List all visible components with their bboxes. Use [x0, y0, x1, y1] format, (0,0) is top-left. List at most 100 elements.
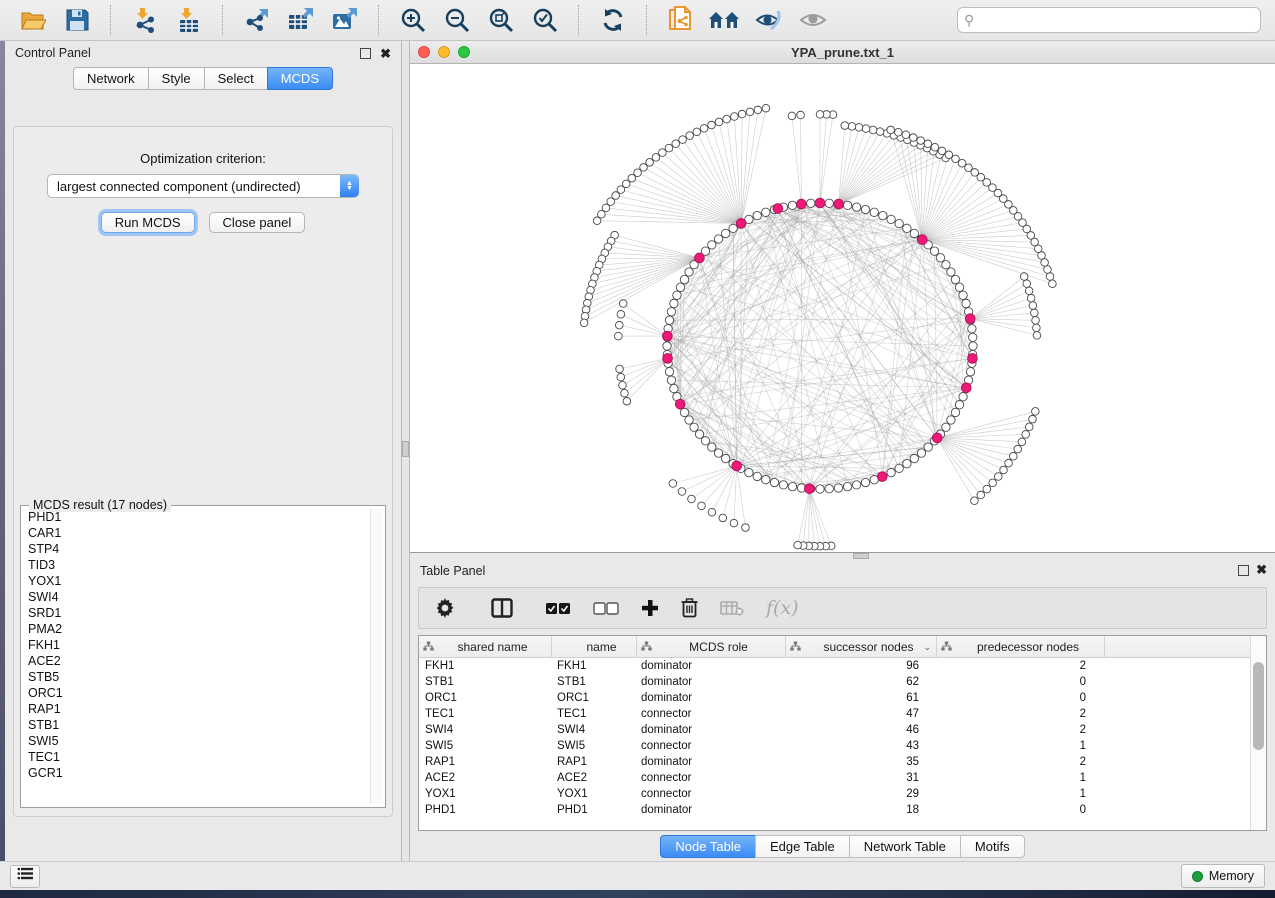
- scrollbar-thumb[interactable]: [1253, 662, 1264, 750]
- mcds-result-item[interactable]: PHD1: [24, 509, 371, 525]
- mcds-result-item[interactable]: TEC1: [24, 749, 371, 765]
- mcds-result-item[interactable]: YOX1: [24, 573, 371, 589]
- table-row[interactable]: ORC1 ORC1 dominator 61 0: [419, 690, 1250, 706]
- table-row[interactable]: SWI5 SWI5 connector 43 1: [419, 738, 1250, 754]
- export-table-button[interactable]: [286, 5, 316, 35]
- table-scrollbar[interactable]: [1250, 636, 1266, 830]
- table-column-header[interactable]: successor nodes ⌄: [786, 636, 937, 657]
- close-panel-button[interactable]: Close panel: [209, 212, 306, 233]
- mcds-result-item[interactable]: TID3: [24, 557, 371, 573]
- mcds-result-item[interactable]: CAR1: [24, 525, 371, 541]
- criterion-select[interactable]: largest connected component (undirected)…: [47, 174, 359, 198]
- mcds-result-item[interactable]: SRD1: [24, 605, 371, 621]
- mcds-result-item[interactable]: ORC1: [24, 685, 371, 701]
- delete-column-icon[interactable]: [681, 598, 698, 618]
- console-list-icon: [17, 867, 33, 885]
- first-neighbors-button[interactable]: [710, 5, 740, 35]
- table-row[interactable]: RAP1 RAP1 dominator 35 2: [419, 754, 1250, 770]
- table-panel: Table Panel ✖: [410, 559, 1275, 861]
- window-close-icon[interactable]: [418, 46, 430, 58]
- table-column-header[interactable]: shared name ⌄: [419, 636, 552, 657]
- sort-menu-icon[interactable]: ⌄: [923, 642, 931, 653]
- table-body: FKH1 FKH1 dominator 96 2 STB1 STB1 domin…: [419, 658, 1250, 830]
- mcds-result-box: MCDS result (17 nodes) PHD1CAR1STP4TID3Y…: [20, 505, 386, 808]
- show-all-button[interactable]: [798, 5, 828, 35]
- close-panel-icon[interactable]: ✖: [380, 47, 391, 60]
- clone-network-icon: [667, 6, 695, 34]
- table-panel-tab[interactable]: Edge Table: [755, 835, 850, 858]
- control-panel-tab[interactable]: Select: [204, 67, 268, 90]
- table-row[interactable]: PHD1 PHD1 dominator 18 0: [419, 802, 1250, 818]
- network-graph[interactable]: [410, 64, 1275, 552]
- export-image-button[interactable]: [330, 5, 360, 35]
- memory-button[interactable]: Memory: [1181, 864, 1265, 888]
- control-panel-tab[interactable]: Style: [148, 67, 205, 90]
- network-view-window: YPA_prune.txt_1: [410, 41, 1275, 553]
- float-panel-icon[interactable]: [360, 48, 371, 59]
- export-network-button[interactable]: [242, 5, 272, 35]
- network-canvas[interactable]: [410, 64, 1275, 552]
- search-field[interactable]: ⚲: [957, 7, 1261, 33]
- zoom-out-button[interactable]: [442, 5, 472, 35]
- export-image-icon: [331, 7, 359, 33]
- table-panel-tab[interactable]: Motifs: [960, 835, 1025, 858]
- import-table-button[interactable]: [174, 5, 204, 35]
- memory-label: Memory: [1209, 869, 1254, 883]
- control-panel-tabs: NetworkStyleSelectMCDS: [5, 67, 401, 90]
- network-window-titlebar: YPA_prune.txt_1: [410, 41, 1275, 64]
- mcds-result-item[interactable]: GCR1: [24, 765, 371, 781]
- table-column-header[interactable]: MCDS role ⌄: [637, 636, 786, 657]
- save-session-button[interactable]: [62, 5, 92, 35]
- select-all-icon[interactable]: [545, 602, 571, 615]
- table-row[interactable]: TEC1 TEC1 connector 47 2: [419, 706, 1250, 722]
- mcds-result-item[interactable]: STP4: [24, 541, 371, 557]
- control-panel-tab[interactable]: Network: [73, 67, 149, 90]
- table-row[interactable]: SWI4 SWI4 dominator 46 2: [419, 722, 1250, 738]
- table-panel-tab[interactable]: Node Table: [660, 835, 756, 858]
- window-zoom-icon[interactable]: [458, 46, 470, 58]
- mcds-result-item[interactable]: FKH1: [24, 637, 371, 653]
- table-row[interactable]: FKH1 FKH1 dominator 96 2: [419, 658, 1250, 674]
- window-minimize-icon[interactable]: [438, 46, 450, 58]
- console-button[interactable]: [10, 865, 40, 888]
- mcds-result-item[interactable]: PMA2: [24, 621, 371, 637]
- table-row[interactable]: ACE2 ACE2 connector 31 1: [419, 770, 1250, 786]
- network-column-icon: [423, 640, 434, 654]
- toolbar-separator: [110, 5, 112, 35]
- split-columns-icon[interactable]: [491, 598, 513, 618]
- zoom-fit-button[interactable]: [486, 5, 516, 35]
- zoom-in-button[interactable]: [398, 5, 428, 35]
- vertical-splitter[interactable]: [401, 41, 410, 861]
- mcds-result-item[interactable]: STB5: [24, 669, 371, 685]
- network-column-icon: [941, 640, 952, 654]
- network-column-icon: [790, 640, 801, 654]
- search-input[interactable]: [978, 12, 1254, 28]
- table-row[interactable]: STB1 STB1 dominator 62 0: [419, 674, 1250, 690]
- clone-network-button[interactable]: [666, 5, 696, 35]
- control-panel-tab[interactable]: MCDS: [267, 67, 333, 90]
- deselect-all-icon[interactable]: [593, 602, 619, 615]
- gear-icon[interactable]: [435, 598, 455, 618]
- add-column-icon[interactable]: [641, 599, 659, 617]
- close-panel-icon[interactable]: ✖: [1256, 563, 1267, 576]
- refresh-layout-button[interactable]: [598, 5, 628, 35]
- table-column-header[interactable]: name ⌄: [552, 636, 637, 657]
- mcds-result-item[interactable]: SWI4: [24, 589, 371, 605]
- hide-selected-button[interactable]: [754, 5, 784, 35]
- table-column-header[interactable]: predecessor nodes ⌄: [937, 636, 1105, 657]
- mcds-result-item[interactable]: STB1: [24, 717, 371, 733]
- float-panel-icon[interactable]: [1238, 565, 1249, 576]
- zoom-selected-button[interactable]: [530, 5, 560, 35]
- open-file-icon: [20, 8, 46, 32]
- mcds-result-item[interactable]: RAP1: [24, 701, 371, 717]
- mcds-result-item[interactable]: SWI5: [24, 733, 371, 749]
- import-network-button[interactable]: [130, 5, 160, 35]
- table-panel-tab[interactable]: Network Table: [849, 835, 961, 858]
- run-mcds-button[interactable]: Run MCDS: [101, 212, 195, 233]
- mcds-result-item[interactable]: ACE2: [24, 653, 371, 669]
- splitter-handle[interactable]: [402, 441, 409, 457]
- table-row[interactable]: YOX1 YOX1 connector 29 1: [419, 786, 1250, 802]
- select-stepper-icon: ▲▼: [340, 175, 359, 197]
- result-list-scrollbar[interactable]: [370, 509, 383, 804]
- open-file-button[interactable]: [18, 5, 48, 35]
